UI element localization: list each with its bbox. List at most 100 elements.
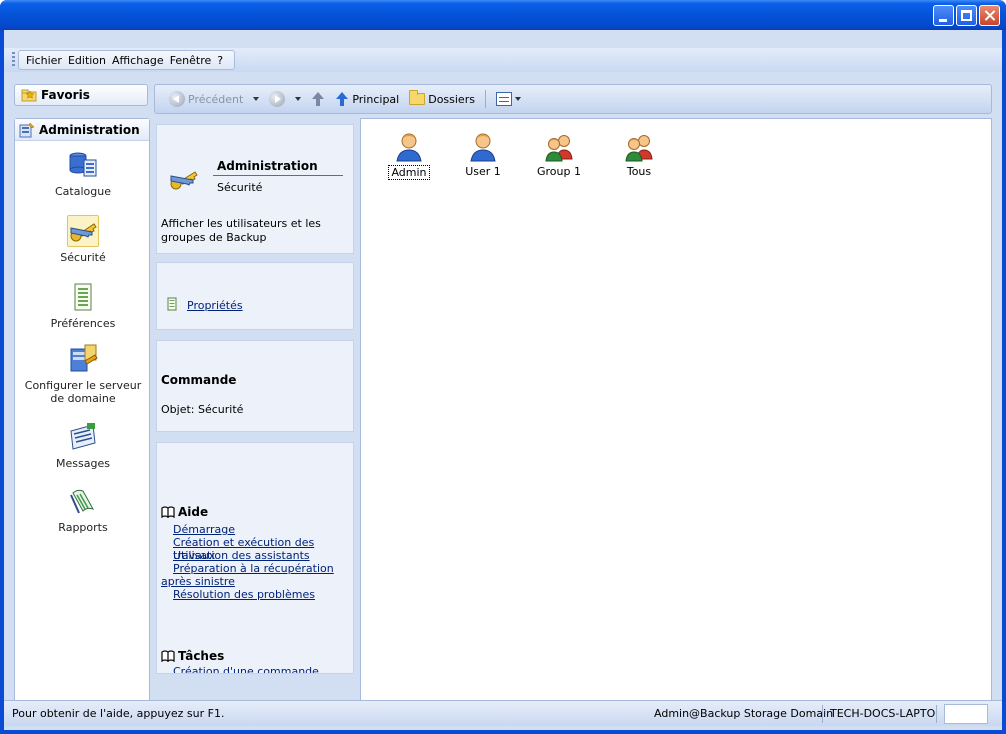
window-controls [933, 5, 1000, 26]
help-link-assistants[interactable]: Utilisation des assistants [173, 549, 310, 562]
users-groups-list[interactable]: Admin User 1 Group 1 Tous [360, 118, 992, 712]
sidebar-header-label: Administration [39, 122, 140, 137]
help-link-demarrage[interactable]: Démarrage [173, 523, 235, 536]
forward-arrow-icon [269, 91, 286, 107]
menu-strip: Fichier Edition Affichage Fenêtre ? [18, 50, 236, 70]
chevron-down-icon [514, 97, 521, 101]
toolbar-separator [484, 90, 486, 108]
properties-link[interactable]: Propriétés [187, 299, 243, 312]
help-link-text[interactable]: Résolution des problèmes [173, 588, 315, 601]
reports-icon [67, 485, 99, 517]
favorites-label: Favoris [41, 88, 90, 102]
title-underline [213, 175, 343, 176]
forward-history-dropdown[interactable] [293, 88, 303, 110]
tasks-heading: Tâches [161, 649, 224, 663]
sidebar-item-messages[interactable]: Messages [15, 421, 151, 470]
back-arrow-icon [169, 91, 185, 107]
status-separator [936, 705, 937, 723]
list-item-label: User 1 [465, 165, 501, 178]
back-button[interactable]: Précédent [167, 88, 245, 110]
info-description: Afficher les utilisateurs et les groupes… [161, 217, 321, 244]
info-subtitle: Sécurité [217, 181, 263, 194]
folders-button[interactable]: Dossiers [407, 88, 477, 110]
properties-panel: Propriétés [156, 262, 354, 330]
properties-document-icon [167, 297, 177, 311]
sidebar-header[interactable]: Administration [15, 119, 149, 141]
tasks-title: Tâches [178, 649, 225, 663]
sidebar-item-label: Catalogue [55, 185, 111, 198]
forward-button[interactable] [267, 88, 287, 110]
client-area: Fichier Edition Affichage Fenêtre ? Favo… [4, 30, 1002, 730]
command-object: Objet: Sécurité [161, 403, 244, 416]
sidebar-item-label: Sécurité [60, 251, 106, 264]
menu-affichage[interactable]: Affichage [109, 54, 167, 67]
help-link-text[interactable]: Démarrage [173, 523, 235, 536]
help-heading: Aide [161, 505, 208, 519]
user-icon [467, 131, 499, 163]
group-icon [623, 131, 655, 163]
menu-grip-handle[interactable] [12, 52, 15, 68]
sidebar-item-label: Rapports [58, 521, 108, 534]
chevron-down-icon [295, 97, 302, 101]
info-panel: Administration Sécurité Afficher les uti… [156, 124, 354, 254]
application-window: Fichier Edition Affichage Fenêtre ? Favo… [0, 0, 1006, 734]
list-item-user-1[interactable]: User 1 [453, 131, 513, 178]
folder-icon [409, 90, 426, 105]
book-icon [161, 506, 175, 518]
home-button[interactable]: Principal [333, 88, 401, 110]
menu-fenetre[interactable]: Fenêtre [167, 54, 215, 67]
help-link-recuperation[interactable]: Préparation à la récupération après sini… [161, 562, 351, 588]
title-bar[interactable] [0, 0, 1006, 30]
status-user: Admin@Backup Storage Domain [654, 707, 834, 720]
views-button[interactable] [494, 88, 523, 110]
up-arrow-icon [311, 92, 325, 106]
sidebar-item-label: Préférences [50, 317, 116, 330]
folders-label: Dossiers [428, 92, 475, 106]
up-button[interactable] [309, 88, 327, 110]
favorites-tab[interactable]: Favoris [14, 84, 148, 106]
list-item-admin[interactable]: Admin [379, 131, 439, 180]
info-title: Administration [217, 159, 318, 173]
list-item-group-1[interactable]: Group 1 [529, 131, 589, 178]
status-bar: Pour obtenir de l'aide, appuyez sur F1. … [4, 700, 1002, 726]
sidebar-item-label: Configurer le serveur de domaine [24, 379, 142, 405]
sidebar-item-label: Messages [56, 457, 110, 470]
status-empty-panel [944, 704, 988, 724]
group-icon [543, 131, 575, 163]
view-list-icon [495, 92, 512, 106]
list-item-label: Admin [388, 165, 430, 180]
minimize-button[interactable] [933, 5, 954, 26]
maximize-button[interactable] [956, 5, 977, 26]
sidebar-item-preferences[interactable]: Préférences [15, 281, 151, 330]
menu-edition[interactable]: Edition [65, 54, 109, 67]
help-link-text[interactable]: Préparation à la récupération après sini… [161, 562, 334, 588]
maximize-icon [961, 10, 972, 21]
list-item-tous[interactable]: Tous [609, 131, 669, 178]
sidebar-item-rapports[interactable]: Rapports [15, 485, 151, 534]
status-machine: TECH-DOCS-LAPTO [830, 707, 936, 720]
catalog-icon [67, 149, 99, 181]
status-help-text: Pour obtenir de l'aide, appuyez sur F1. [12, 707, 225, 720]
book-icon [161, 650, 175, 662]
minimize-icon [939, 19, 947, 22]
home-arrow-icon [335, 92, 349, 106]
menu-fichier[interactable]: Fichier [23, 54, 65, 67]
administration-icon [19, 122, 35, 137]
help-link-problemes[interactable]: Résolution des problèmes [173, 588, 315, 601]
user-icon [393, 131, 425, 163]
close-button[interactable] [979, 5, 1000, 26]
command-panel: Commande Objet: Sécurité [156, 340, 354, 432]
task-link-text[interactable]: Création d'une commande [173, 665, 319, 673]
help-link-text[interactable]: Utilisation des assistants [173, 549, 310, 562]
back-history-dropdown[interactable] [251, 88, 261, 110]
sidebar-item-configure-domain[interactable]: Configurer le serveur de domaine [15, 343, 151, 405]
favorites-folder-icon [21, 89, 37, 102]
menu-help[interactable]: ? [214, 54, 226, 67]
chevron-down-icon [253, 97, 260, 101]
sidebar-item-securite[interactable]: Sécurité [15, 215, 151, 264]
help-panel: Aide Démarrage Création et exécution des… [156, 442, 354, 674]
domain-server-icon [67, 343, 99, 375]
tasks-link-partial[interactable]: Création d'une commande [173, 665, 319, 673]
sidebar-item-catalogue[interactable]: Catalogue [15, 149, 151, 198]
status-separator [822, 705, 823, 723]
